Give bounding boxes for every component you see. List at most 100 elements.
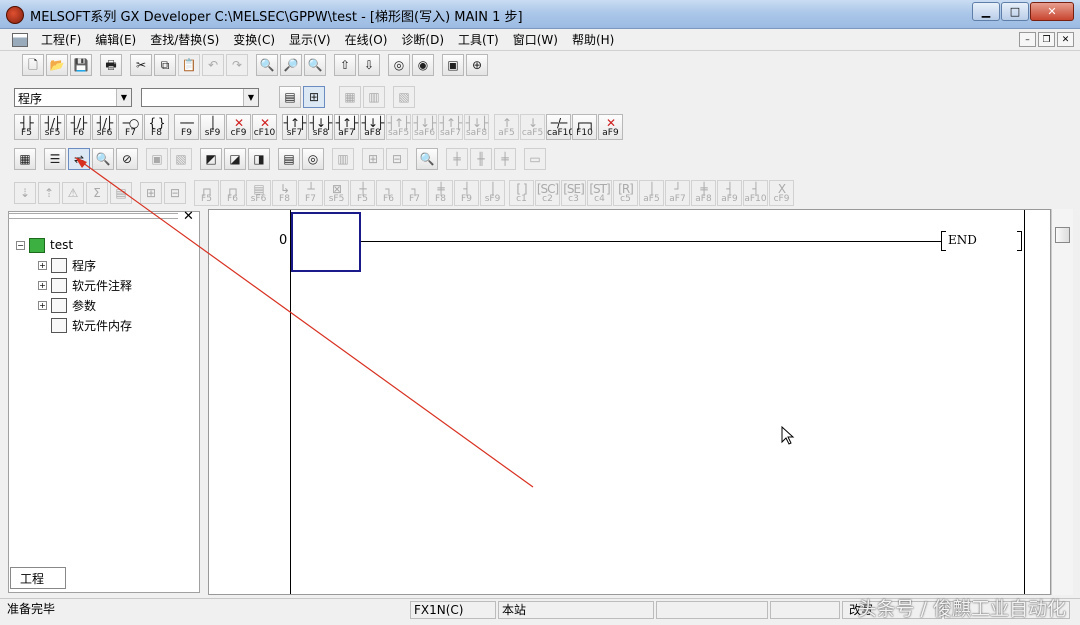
- error-icon[interactable]: ⚠: [62, 182, 84, 204]
- instr-c1[interactable]: [ ] c1: [509, 180, 534, 206]
- ladder-editor[interactable]: 0 END: [208, 209, 1051, 595]
- fkey-f5[interactable]: ┤├ F5: [14, 114, 39, 140]
- read-plc-icon[interactable]: ⇩: [358, 54, 380, 76]
- instr-af10[interactable]: ┤ aF10: [743, 180, 768, 206]
- find-string-icon[interactable]: 🔍: [304, 54, 326, 76]
- title-bar[interactable]: MELSOFT系列 GX Developer C:\MELSEC\GPPW\te…: [0, 0, 1080, 29]
- instr-f6b[interactable]: ┐ F6: [376, 180, 401, 206]
- sfc-icon[interactable]: ▥: [363, 86, 385, 108]
- ladder-monitor-icon[interactable]: ⇌: [68, 148, 90, 170]
- monitor-write-icon[interactable]: ◉: [412, 54, 434, 76]
- fkey-saf6[interactable]: ┤↓├ saF6: [412, 114, 437, 140]
- minimize-button[interactable]: ▁: [972, 2, 1000, 21]
- menu-help[interactable]: 帮助(H): [565, 31, 621, 48]
- fkey-sf9[interactable]: │ sF9: [200, 114, 225, 140]
- program-type-select[interactable]: 程序 ▼: [14, 87, 132, 107]
- instr-cf9[interactable]: XcF9: [769, 180, 794, 206]
- menu-online[interactable]: 在线(O): [338, 31, 395, 48]
- fkey-cf10[interactable]: ✕ cF10: [252, 114, 277, 140]
- expand-icon[interactable]: +: [38, 300, 47, 310]
- new-file-icon[interactable]: 🗋: [22, 54, 44, 76]
- mdi-close-button[interactable]: ✕: [1057, 32, 1074, 47]
- edit-cursor[interactable]: [291, 212, 361, 272]
- cut-icon[interactable]: ✂: [130, 54, 152, 76]
- entry-monitor-icon[interactable]: ◎: [302, 148, 324, 170]
- project-tree-icon[interactable]: ⊞: [303, 86, 325, 108]
- instr-c3[interactable]: [SE] c3: [561, 180, 586, 206]
- maximize-button[interactable]: □: [1001, 2, 1029, 21]
- tree-item-parameter[interactable]: + 参数: [38, 296, 96, 314]
- find-icon[interactable]: 🔍: [416, 148, 438, 170]
- instr-sf5[interactable]: ⊠ sF5: [324, 180, 349, 206]
- instr-f7[interactable]: ┴ F7: [298, 180, 323, 206]
- instr-af7[interactable]: ┘ aF7: [665, 180, 690, 206]
- menu-window[interactable]: 窗口(W): [506, 31, 565, 48]
- instr-c4[interactable]: [ST] c4: [587, 180, 612, 206]
- menu-edit[interactable]: 编辑(E): [88, 31, 143, 48]
- instr-f5b[interactable]: ┼ F5: [350, 180, 375, 206]
- instr-f5[interactable]: ┌┐ F5: [194, 180, 219, 206]
- write-plc-icon[interactable]: ⇧: [334, 54, 356, 76]
- copy-icon[interactable]: ⧉: [154, 54, 176, 76]
- fkey-f7[interactable]: ─○ F7: [118, 114, 143, 140]
- fkey-af7[interactable]: ┤↑├ aF7: [334, 114, 359, 140]
- expand-icon[interactable]: +: [38, 260, 47, 270]
- fkey-sf5[interactable]: ┤/├ sF5: [40, 114, 65, 140]
- find-device-icon[interactable]: 🔍: [256, 54, 278, 76]
- secondary-select[interactable]: ▼: [141, 87, 259, 107]
- delete-row-icon[interactable]: ╫: [470, 148, 492, 170]
- instr-f9[interactable]: ┤ F9: [454, 180, 479, 206]
- statement-list-icon[interactable]: ▤: [110, 182, 132, 204]
- tab-project[interactable]: 工程: [10, 567, 66, 589]
- fkey-cf9[interactable]: ✕ cF9: [226, 114, 251, 140]
- close-button[interactable]: ✕: [1030, 2, 1074, 21]
- instr-f6[interactable]: ┌┐ F6: [220, 180, 245, 206]
- tree-item-device-comment[interactable]: + 软元件注释: [38, 276, 132, 294]
- redo-icon[interactable]: ↷: [226, 54, 248, 76]
- print-icon[interactable]: 🖶: [100, 54, 122, 76]
- menu-tools[interactable]: 工具(T): [451, 31, 506, 48]
- tree-root[interactable]: − test: [16, 236, 73, 254]
- instr-sf6[interactable]: ▤ sF6: [246, 180, 271, 206]
- s1s3-icon[interactable]: Σ: [86, 182, 108, 204]
- fkey-af8[interactable]: ┤↓├ aF8: [360, 114, 385, 140]
- fkey-sf7[interactable]: ┤↑├ sF7: [282, 114, 307, 140]
- find-instruction-icon[interactable]: 🔎: [280, 54, 302, 76]
- fkey-saf7[interactable]: ┤↑├ saF7: [438, 114, 463, 140]
- menu-diagnostics[interactable]: 诊断(D): [394, 31, 451, 48]
- fkey-f10[interactable]: ┌─┐ F10: [572, 114, 597, 140]
- instr-af9[interactable]: ┤ aF9: [717, 180, 742, 206]
- step-icon[interactable]: ▦: [339, 86, 361, 108]
- mdi-minimize-button[interactable]: –: [1019, 32, 1036, 47]
- fkey-saf8[interactable]: ┤↓├ saF8: [464, 114, 489, 140]
- tree-item-program[interactable]: + 程序: [38, 256, 96, 274]
- fkey-f8[interactable]: { } F8: [144, 114, 169, 140]
- fkey-caf5[interactable]: ↓ caF5: [520, 114, 545, 140]
- document-icon[interactable]: [12, 32, 28, 47]
- tree-icon[interactable]: ⊟: [164, 182, 186, 204]
- list-view-icon[interactable]: ▤: [279, 86, 301, 108]
- fkey-af5[interactable]: ↑ aF5: [494, 114, 519, 140]
- dev-write-icon[interactable]: ⇡: [38, 182, 60, 204]
- menu-convert[interactable]: 变换(C): [226, 31, 282, 48]
- monitor-icon[interactable]: ◎: [388, 54, 410, 76]
- statement-icon[interactable]: ▧: [170, 148, 192, 170]
- batch-monitor-icon[interactable]: ▤: [278, 148, 300, 170]
- fkey-af9[interactable]: ✕ aF9: [598, 114, 623, 140]
- zoom-out-icon[interactable]: ⊟: [386, 148, 408, 170]
- paste-icon[interactable]: 📋: [178, 54, 200, 76]
- dev-read-icon[interactable]: ⇣: [14, 182, 36, 204]
- instr-c2[interactable]: [SC] c2: [535, 180, 560, 206]
- block-icon[interactable]: ▧: [393, 86, 415, 108]
- fkey-saf5[interactable]: ┤↑├ saF5: [386, 114, 411, 140]
- device-test-icon[interactable]: ▣: [442, 54, 464, 76]
- fkey-f9[interactable]: ── F9: [174, 114, 199, 140]
- undo-icon[interactable]: ↶: [202, 54, 224, 76]
- fkey-sf8[interactable]: ┤↓├ sF8: [308, 114, 333, 140]
- device-monitor-icon[interactable]: 🔍: [92, 148, 114, 170]
- fkey-sf6[interactable]: ┤/├ sF6: [92, 114, 117, 140]
- fkey-caf10[interactable]: ─/─ caF10: [546, 114, 574, 140]
- convert-icon[interactable]: ◩: [200, 148, 222, 170]
- diagnostics-icon[interactable]: ⊕: [466, 54, 488, 76]
- vertical-scrollbar[interactable]: [1051, 209, 1073, 595]
